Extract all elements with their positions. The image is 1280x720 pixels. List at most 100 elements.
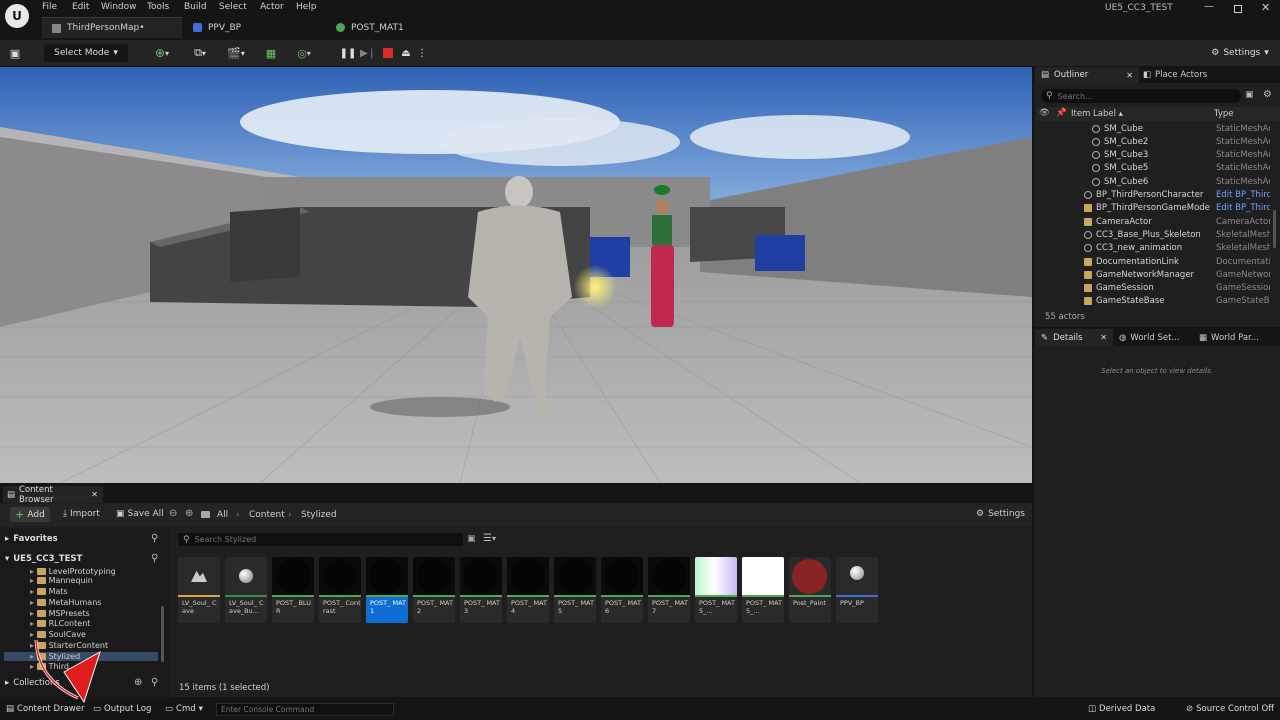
folder-mannequin[interactable]: ▸ Mannequin — [30, 576, 93, 585]
edit-blueprint-link[interactable]: Edit BP_Third — [1216, 190, 1270, 200]
level-viewport[interactable] — [0, 67, 1032, 483]
import-button[interactable]: ⤓ Import — [63, 509, 100, 519]
asset-tile[interactable]: Post_Paint — [789, 557, 831, 623]
tree-scrollbar[interactable] — [161, 606, 164, 662]
outliner-row[interactable]: SM_Cube2 StaticMeshAc — [1036, 135, 1278, 148]
build-button[interactable]: ◎ ▾ — [290, 44, 318, 62]
outliner-search[interactable]: ⚲ — [1041, 89, 1241, 103]
outliner-row[interactable]: BP_ThirdPersonCharacter Edit BP_Third — [1036, 189, 1278, 202]
outliner-row[interactable]: GameStateBase GameStateBa — [1036, 295, 1278, 308]
eject-icon[interactable]: ⏏ — [399, 44, 413, 62]
cmd-button[interactable]: ▭ Cmd ▾ — [165, 704, 203, 714]
search-icon[interactable]: ⚲ — [151, 553, 158, 564]
column-item-label[interactable]: Item Label ▴ — [1071, 109, 1123, 119]
asset-tile[interactable]: POST_ MAT4 — [507, 557, 549, 623]
close-tab-icon[interactable]: ✕ — [1126, 71, 1133, 80]
asset-tile[interactable]: POST_ Contrast — [319, 557, 361, 623]
outliner-row[interactable]: CameraActor CameraActor — [1036, 215, 1278, 228]
chevron-right-icon[interactable]: ▸ — [30, 567, 37, 576]
asset-tile[interactable]: POST_ MAT5_... — [695, 557, 737, 623]
history-forward-icon[interactable]: ⊕ — [185, 508, 193, 519]
outliner-scrollbar[interactable] — [1273, 210, 1276, 248]
folder-mats[interactable]: ▸ Mats — [30, 587, 68, 596]
filter-icon[interactable]: ☰▾ — [483, 533, 496, 544]
cb-settings-button[interactable]: ⚙ Settings — [976, 509, 1025, 519]
add-collection-icon[interactable]: ⊕ — [134, 677, 142, 688]
outliner-search-input[interactable] — [1057, 91, 1228, 101]
settings-button[interactable]: ⚙ Settings ▾ — [1208, 44, 1272, 62]
search-icon[interactable]: ⚲ — [151, 677, 158, 688]
content-drawer-button[interactable]: ▤ Content Drawer — [6, 704, 84, 714]
search-icon[interactable]: ⚲ — [151, 533, 158, 544]
menu-edit[interactable]: Edit — [72, 2, 89, 14]
asset-tile[interactable]: LV_Soul_ Cave — [178, 557, 220, 623]
more-options-icon[interactable]: ⋮ — [417, 44, 427, 62]
output-log-button[interactable]: ▭ Output Log — [93, 704, 151, 714]
visibility-icon[interactable]: 👁 — [1039, 108, 1050, 118]
history-back-icon[interactable]: ⊖ — [169, 508, 177, 519]
cinematics-button[interactable]: 🎬 ▾ — [222, 44, 250, 62]
console-command-input[interactable] — [216, 703, 394, 716]
tab-post-mat1[interactable]: POST_MAT1 — [326, 17, 466, 38]
menu-tools[interactable]: Tools — [147, 2, 169, 14]
menu-actor[interactable]: Actor — [260, 2, 284, 14]
tab-place-actors[interactable]: ◧ Place Actors — [1143, 67, 1253, 83]
outliner-row[interactable]: GameSession GameSession — [1036, 282, 1278, 295]
unreal-logo-icon[interactable]: U — [5, 4, 29, 28]
asset-tile[interactable]: PPV_BP — [836, 557, 878, 623]
breadcrumb-all[interactable]: All — [217, 510, 228, 520]
outliner-row[interactable]: SM_Cube StaticMeshAc — [1036, 122, 1278, 135]
add-folder-icon[interactable]: ▣ — [1245, 90, 1254, 100]
edit-blueprint-link[interactable]: Edit BP_Third — [1216, 203, 1270, 213]
pause-icon[interactable]: ❚❚ — [340, 44, 357, 62]
close-tab-icon[interactable]: ✕ — [1100, 333, 1107, 342]
menu-help[interactable]: Help — [296, 2, 317, 14]
add-actor-button[interactable]: ⊕ ▾ — [148, 44, 176, 62]
asset-search[interactable]: ⚲ — [178, 533, 463, 546]
tab-content-browser[interactable]: ▤ Content Browser ✕ — [3, 485, 103, 505]
maximize-icon[interactable] — [1234, 5, 1242, 13]
outliner-row[interactable]: BP_ThirdPersonGameMode Edit BP_Third — [1036, 202, 1278, 215]
asset-tile[interactable]: POST_ MAT3 — [460, 557, 502, 623]
chevron-right-icon[interactable]: ▸ — [30, 587, 37, 596]
save-icon[interactable]: ▣ — [6, 44, 24, 62]
outliner-row[interactable]: CC3_Base_Plus_Skeleton SkeletalMesh — [1036, 228, 1278, 241]
tab-thirdpersonmap[interactable]: ThirdPersonMap• — [42, 17, 182, 38]
platforms-icon[interactable]: ▦ — [262, 44, 280, 62]
column-type[interactable]: Type — [1214, 109, 1234, 119]
outliner-row[interactable]: GameNetworkManager GameNetworl — [1036, 268, 1278, 281]
breadcrumb-stylized[interactable]: Stylized — [301, 510, 337, 520]
tab-world-settings[interactable]: ◍ World Set... — [1119, 329, 1197, 346]
chevron-right-icon[interactable]: ▸ — [30, 576, 37, 585]
menu-window[interactable]: Window — [101, 2, 137, 14]
derived-data-button[interactable]: ◫ Derived Data — [1088, 704, 1155, 714]
source-control-button[interactable]: ⊘ Source Control Off — [1186, 704, 1274, 714]
folder-metahumans[interactable]: ▸ MetaHumans — [30, 598, 101, 607]
menu-build[interactable]: Build — [184, 2, 207, 14]
blueprints-button[interactable]: ⧉ ▾ — [186, 44, 214, 62]
outliner-row[interactable]: SM_Cube6 StaticMeshAc — [1036, 175, 1278, 188]
asset-tile[interactable]: POST_ MAT1 — [366, 557, 408, 623]
menu-select[interactable]: Select — [219, 2, 247, 14]
asset-tile[interactable]: LV_Soul_ Cave_Bu... — [225, 557, 267, 623]
outliner-row[interactable]: SM_Cube3 StaticMeshAc — [1036, 149, 1278, 162]
minimize-icon[interactable]: — — [1204, 2, 1216, 14]
step-icon[interactable]: ▶❘ — [360, 44, 376, 62]
tab-ppv-bp[interactable]: PPV_BP — [183, 17, 323, 38]
project-header[interactable]: ▾ UE5_CC3_TEST — [5, 554, 165, 564]
folder-levelprototyping[interactable]: ▸ LevelPrototyping — [30, 567, 116, 576]
close-tab-icon[interactable]: ✕ — [91, 490, 98, 499]
breadcrumb-content[interactable]: Content — [249, 510, 285, 520]
tab-world-partition[interactable]: ▦ World Par... — [1199, 329, 1279, 346]
asset-tile[interactable]: POST_ MAT7 — [648, 557, 690, 623]
tab-details[interactable]: ✎ Details ✕ — [1035, 329, 1113, 346]
outliner-row[interactable]: CC3_new_animation SkeletalMesh — [1036, 242, 1278, 255]
asset-tile[interactable]: POST_ MAT2 — [413, 557, 455, 623]
save-all-button[interactable]: ▣ Save All — [116, 509, 164, 519]
outliner-row[interactable]: SM_Cube5 StaticMeshAc — [1036, 162, 1278, 175]
stop-icon[interactable] — [381, 44, 395, 62]
asset-search-input[interactable] — [194, 535, 445, 544]
asset-tile[interactable]: POST_ MAT6 — [601, 557, 643, 623]
asset-tile[interactable]: POST_ BLUR — [272, 557, 314, 623]
save-search-icon[interactable]: ▣ — [467, 534, 476, 544]
